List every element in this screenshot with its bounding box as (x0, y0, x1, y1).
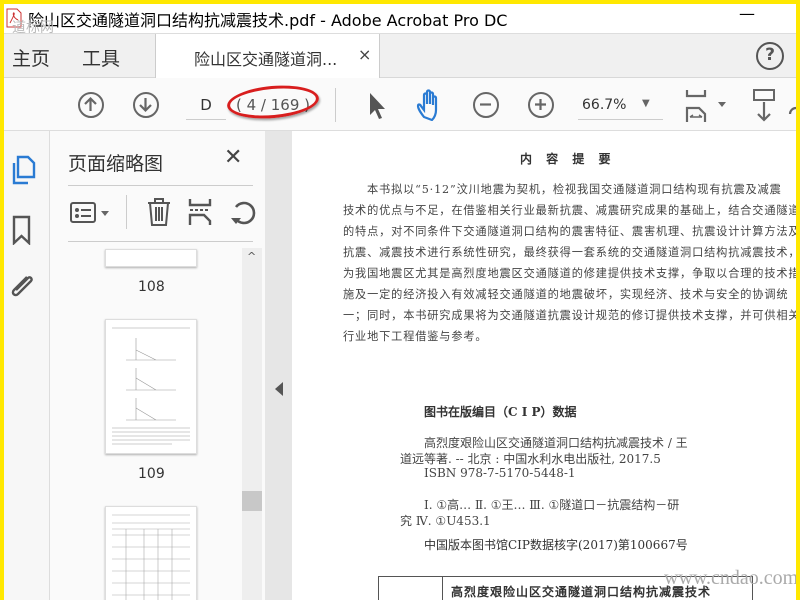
page-thumbnail-109[interactable] (105, 319, 197, 454)
extract-page-icon[interactable] (188, 197, 212, 227)
bookmark-icon[interactable] (12, 215, 32, 245)
red-ellipse-annotation (225, 82, 321, 122)
minus-icon (480, 103, 491, 106)
thumbnail-label: 108 (138, 279, 165, 295)
document-page[interactable]: 内 容 提 要 本书拟以“5·12”汶川地震为契机，检视我国交通隧道洞口结构现有… (292, 131, 796, 600)
cip-heading: 图书在版编目（C I P）数据 (424, 405, 577, 419)
previous-page-button[interactable] (78, 92, 104, 118)
navigation-rail (4, 131, 50, 600)
panel-title: 页面缩略图 (68, 153, 164, 175)
watermark: www.cndao.com (664, 567, 796, 589)
cip-line: 道远等著. -- 北京 : 中国水利水电出版社, 2017.5 (400, 452, 661, 466)
scroll-up-icon[interactable]: ^ (247, 250, 256, 263)
divider (68, 241, 253, 242)
abstract-line: 一；同时，本书研究成果将为交通隧道抗震设计规范的修订提供技术支撑，并可供相关 (343, 309, 796, 322)
rotate-icon[interactable] (230, 199, 258, 227)
zoom-out-button[interactable] (473, 92, 499, 118)
thumbnail-label: 109 (138, 466, 165, 482)
abstract-line: 施及一定的经济投入有效减轻交通隧道的地震破坏，实现经济、技术与安全的协调统 (343, 288, 789, 301)
plus-icon (535, 99, 546, 110)
cip-line: ISBN 978-7-5170-5448-1 (424, 466, 576, 480)
hand-tool-icon[interactable] (416, 89, 446, 121)
abstract-line: 的特点，对不同条件下交通隧道洞口结构的震害特征、震害机理、抗震设计计算方法及 (343, 225, 796, 238)
chevron-down-icon: ▼ (642, 98, 650, 109)
abstract-line: 技术的优点与不足，在借鉴相关行业最新抗震、减震研究成果的基础上，结合交通隧道 (343, 204, 796, 217)
zoom-value: 66.7% (582, 97, 627, 113)
section-heading: 内 容 提 要 (520, 152, 616, 166)
arrow-down-icon (139, 98, 152, 113)
close-tab-button[interactable]: × (358, 45, 371, 64)
page-thumbnail-110[interactable] (105, 506, 197, 600)
classification-line: 究 Ⅳ. ①U453.1 (400, 514, 491, 528)
divider (442, 577, 443, 600)
fit-page-icon[interactable] (684, 88, 732, 124)
minimize-button[interactable]: — (739, 4, 755, 23)
abstract-line: 为我国地震区尤其是高烈度地震区交通隧道的修建提供技术支撑，争取以合理的技术措 (343, 267, 796, 280)
attachment-icon[interactable] (7, 271, 37, 301)
thumbnail-options-icon[interactable] (70, 201, 114, 225)
toolbar: D ( 4 / 169 ) 66.7% ▼ (4, 78, 796, 131)
next-page-button[interactable] (133, 92, 159, 118)
tab-tools[interactable]: 工具 (82, 44, 120, 71)
thumbnail-preview (112, 514, 190, 600)
thumbnail-scrollbar[interactable]: ^ (242, 248, 262, 600)
divider (335, 88, 336, 122)
classification-line: Ⅰ. ①高… Ⅱ. ①王… Ⅲ. ①隧道口－抗震结构－研 (424, 498, 680, 512)
tab-document[interactable]: 险山区交通隧道洞... × (155, 34, 380, 79)
cip-number: 中国版本图书馆CIP数据核字(2017)第100667号 (424, 538, 688, 552)
abstract-line: 本书拟以“5·12”汶川地震为契机，检视我国交通隧道洞口结构现有抗震及减震 (367, 183, 782, 196)
page-number-input[interactable]: D (186, 90, 226, 120)
thumbnail-panel: 页面缩略图 ✕ 108 109 ^ (50, 131, 265, 600)
scroll-mode-icon[interactable] (752, 88, 796, 124)
abstract-line: 抗震、减震技术进行系统性研究，最终获得一套系统的交通隧道洞口结构抗减震技术， (343, 246, 796, 259)
tab-home[interactable]: 主页 (12, 44, 50, 71)
delete-icon[interactable] (146, 197, 172, 227)
page-thumbnails-icon[interactable] (10, 155, 36, 185)
page-thumbnail-108[interactable] (105, 249, 197, 267)
close-panel-button[interactable]: ✕ (224, 145, 242, 170)
window-title: 险山区交通隧道洞口结构抗减震技术.pdf - Adobe Acrobat Pro… (28, 11, 508, 30)
cip-line: 高烈度艰险山区交通隧道洞口结构抗减震技术 / 王 (424, 436, 688, 450)
abstract-line: 行业地下工程借鉴与参考。 (343, 330, 488, 343)
arrow-up-icon (84, 96, 97, 111)
zoom-in-button[interactable] (528, 92, 554, 118)
tab-document-label: 险山区交通隧道洞... (194, 50, 338, 69)
chevron-left-icon (275, 382, 283, 396)
divider (68, 185, 253, 186)
collapse-panel-button[interactable] (265, 131, 292, 600)
thumbnail-preview (112, 327, 190, 445)
title-bar: 险山区交通隧道洞口结构抗减震技术.pdf - Adobe Acrobat Pro… (4, 4, 796, 36)
help-icon[interactable]: ? (756, 42, 784, 70)
tab-bar: 主页 工具 险山区交通隧道洞... × ? (4, 33, 796, 79)
select-cursor-icon[interactable] (368, 92, 386, 120)
scrollbar-thumb[interactable] (242, 491, 262, 511)
divider (126, 195, 127, 229)
